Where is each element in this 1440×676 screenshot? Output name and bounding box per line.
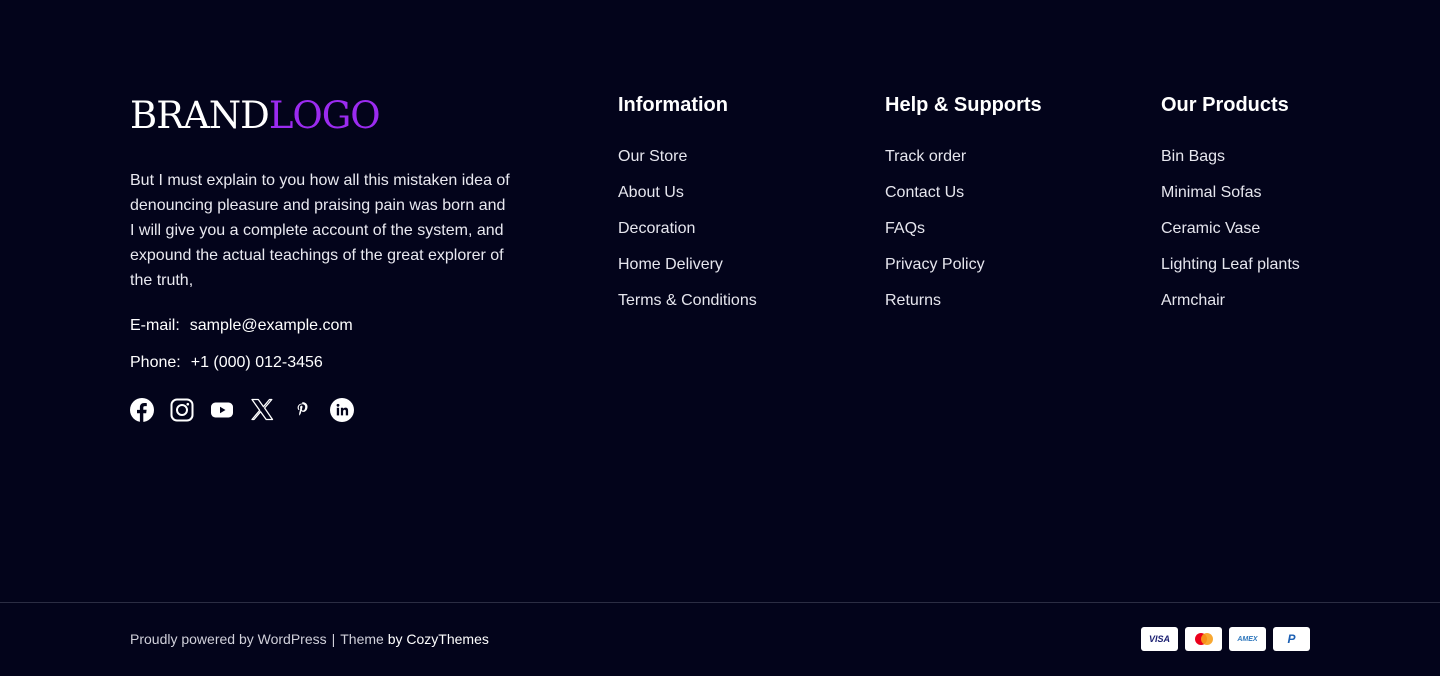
footer-link[interactable]: Minimal Sofas — [1161, 183, 1300, 203]
column-title: Our Products — [1161, 94, 1289, 116]
x-icon[interactable] — [250, 398, 274, 422]
footer-link[interactable]: Ceramic Vase — [1161, 219, 1300, 239]
footer-link[interactable]: Contact Us — [885, 183, 1042, 203]
column-title: Help & Supports — [885, 94, 1042, 116]
brand-logo[interactable]: BRANDLOGO — [130, 94, 381, 138]
visa-label: VISA — [1148, 634, 1170, 644]
pinterest-icon[interactable] — [290, 398, 314, 422]
brand-logo-part1: BRAND — [130, 94, 270, 137]
contact-email: E-mail: sample@example.com — [130, 315, 353, 337]
column-information: Information Our Store About Us Decoratio… — [618, 92, 757, 327]
footer-link[interactable]: Returns — [885, 291, 1042, 311]
facebook-icon[interactable] — [130, 398, 154, 422]
footer-link[interactable]: Home Delivery — [618, 255, 757, 275]
column-title: Information — [618, 94, 728, 116]
link-list: Track order Contact Us FAQs Privacy Poli… — [885, 147, 1042, 311]
footer-link[interactable]: Our Store — [618, 147, 757, 167]
footer-link[interactable]: Armchair — [1161, 291, 1300, 311]
footer-link[interactable]: Privacy Policy — [885, 255, 1042, 275]
phone-label: Phone: — [130, 354, 181, 371]
brand-logo-part2: LOGO — [268, 94, 381, 137]
copyright-separator: | — [331, 631, 336, 647]
footer-link[interactable]: Lighting Leaf plants — [1161, 255, 1300, 275]
column-help-supports: Help & Supports Track order Contact Us F… — [885, 92, 1042, 327]
mastercard-icon — [1185, 627, 1222, 651]
footer-link[interactable]: Bin Bags — [1161, 147, 1300, 167]
about-text: But I must explain to you how all this m… — [130, 172, 510, 289]
theme-author-link[interactable]: by CozyThemes — [388, 631, 489, 647]
powered-by-link[interactable]: Proudly powered by WordPress — [130, 631, 327, 647]
youtube-icon[interactable] — [210, 398, 234, 422]
phone-link[interactable]: +1 (000) 012-3456 — [191, 354, 323, 371]
email-label: E-mail: — [130, 317, 180, 334]
column-our-products: Our Products Bin Bags Minimal Sofas Cera… — [1161, 92, 1300, 327]
paypal-label: P — [1287, 632, 1296, 646]
payment-methods: VISA AMEX P — [1141, 627, 1310, 651]
linkedin-icon[interactable] — [330, 398, 354, 422]
footer-main: BRANDLOGO But I must explain to you how … — [0, 0, 1440, 602]
instagram-icon[interactable] — [170, 398, 194, 422]
theme-label: Theme — [340, 631, 384, 647]
footer-link[interactable]: Terms & Conditions — [618, 291, 757, 311]
footer-link[interactable]: Track order — [885, 147, 1042, 167]
link-list: Our Store About Us Decoration Home Deliv… — [618, 147, 757, 311]
amex-label: AMEX — [1237, 635, 1258, 643]
paypal-icon: P — [1273, 627, 1310, 651]
footer-link[interactable]: FAQs — [885, 219, 1042, 239]
contact-phone: Phone: +1 (000) 012-3456 — [130, 352, 323, 374]
social-links — [130, 398, 354, 422]
amex-icon: AMEX — [1229, 627, 1266, 651]
footer-divider — [0, 602, 1440, 603]
link-list: Bin Bags Minimal Sofas Ceramic Vase Ligh… — [1161, 147, 1300, 311]
footer-link[interactable]: Decoration — [618, 219, 757, 239]
visa-icon: VISA — [1141, 627, 1178, 651]
copyright: Proudly powered by WordPress | Theme by Co… — [130, 630, 489, 648]
footer-link[interactable]: About Us — [618, 183, 757, 203]
email-link[interactable]: sample@example.com — [190, 317, 353, 334]
